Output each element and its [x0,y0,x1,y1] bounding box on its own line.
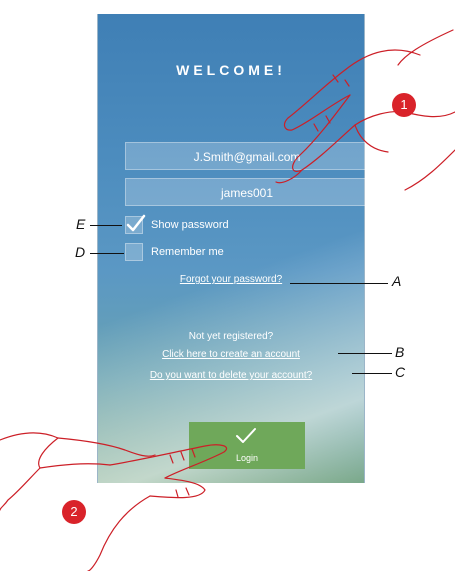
hand-1-lower [404,149,455,191]
marker-C: C [395,364,406,380]
show-password-row[interactable]: Show password [125,214,229,235]
remember-me-label: Remember me [151,246,224,258]
step-badge-2: 2 [62,500,86,524]
hand-1-outline [397,29,454,66]
delete-account-link[interactable]: Do you want to delete your account? [98,370,364,381]
leader-A [290,283,388,284]
create-account-link[interactable]: Click here to create an account [98,349,364,360]
marker-E: E [76,216,86,232]
hand-2-palm [0,467,41,511]
marker-A: A [392,273,402,289]
check-icon [126,214,146,232]
remember-me-row[interactable]: Remember me [125,242,224,262]
welcome-title: WELCOME! [176,62,286,78]
marker-B: B [395,344,405,360]
leader-B [338,353,392,354]
email-field[interactable]: J.Smith@gmail.com [125,142,369,170]
login-button-label: Login [235,453,259,463]
login-screen: WELCOME! J.Smith@gmail.com james001 Show… [97,14,369,483]
check-icon [236,428,256,443]
password-field[interactable]: james001 [125,178,369,206]
leader-E [90,225,122,226]
login-button[interactable]: Login [189,422,305,469]
show-password-label: Show password [151,219,229,231]
remember-me-checkbox[interactable] [125,243,143,261]
leader-D [90,253,124,254]
step-badge-1: 1 [392,93,416,117]
hand-2-creases-2 [175,487,190,498]
not-registered-text: Not yet registered? [188,331,274,342]
hand-2-wrist [87,495,151,571]
show-password-checkbox[interactable] [125,214,146,234]
leader-C [352,373,392,374]
marker-D: D [75,244,86,260]
